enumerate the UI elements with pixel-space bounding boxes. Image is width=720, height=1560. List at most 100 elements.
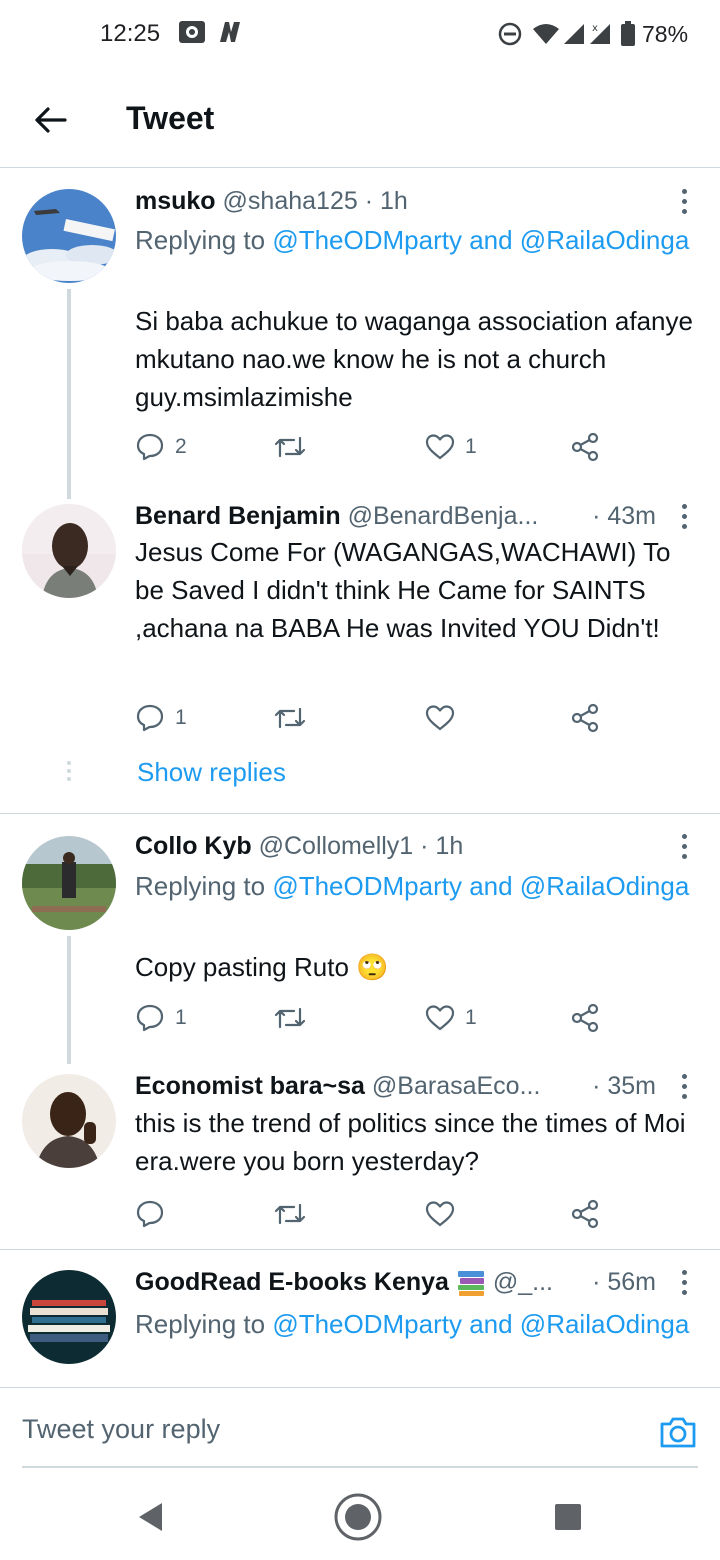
share-button[interactable] [570, 429, 600, 465]
comment-icon [136, 1200, 164, 1228]
like-button[interactable] [425, 700, 465, 736]
display-name: Benard Benjamin [135, 502, 341, 530]
more-options-button[interactable] [676, 186, 692, 216]
page-title: Tweet [126, 100, 215, 136]
show-replies-link[interactable]: Show replies [137, 757, 286, 788]
reply-count: 1 [175, 1006, 187, 1029]
like-count: 1 [465, 1006, 477, 1029]
signal-icon [562, 22, 588, 51]
nav-recents-button[interactable] [543, 1492, 593, 1542]
retweet-icon [274, 707, 306, 729]
retweet-icon [274, 436, 306, 458]
tweet-text: this is the trend of politics since the … [135, 1108, 686, 1176]
replying-to: Replying to @TheODMparty and @RailaOding… [135, 221, 695, 259]
more-options-button[interactable] [676, 1071, 692, 1101]
retweet-button[interactable] [273, 1196, 307, 1232]
reply-underline [22, 1466, 698, 1468]
tweet-collo-kyb[interactable]: Collo Kyb @Collomelly1 · 1h Replying to … [0, 814, 720, 1064]
battery-percentage: 78% [642, 21, 689, 47]
display-name: Collo Kyb [135, 832, 252, 860]
battery-icon [620, 20, 636, 53]
svg-text:x: x [592, 23, 598, 34]
status-bar: 12:25 x 78% [0, 0, 720, 70]
avatar-collo-kyb[interactable] [22, 836, 116, 930]
back-button[interactable] [26, 96, 74, 144]
share-button[interactable] [570, 1196, 600, 1232]
display-name: GoodRead E-books Kenya [135, 1268, 449, 1296]
app-header: Tweet [0, 70, 720, 168]
square-recents-icon [555, 1504, 581, 1530]
replying-to: Replying to @TheODMparty and @RailaOding… [135, 867, 695, 905]
reply-input[interactable]: Tweet your reply [22, 1414, 220, 1445]
reply-feed[interactable]: msuko @shaha125 · 1h Replying to @TheODM… [0, 169, 720, 1387]
replying-to: Replying to @TheODMparty and @RailaOding… [135, 1305, 695, 1343]
reply-composer: Tweet your reply [0, 1387, 720, 1468]
handle: @_... [492, 1268, 553, 1296]
nav-home-button[interactable] [333, 1492, 383, 1542]
like-button[interactable]: 1 [425, 429, 477, 465]
thread-line [67, 289, 71, 499]
tweet-author[interactable]: Collo Kyb @Collomelly1 · 1h [135, 829, 660, 863]
avatar-goodread-ebooks-kenya[interactable] [22, 1270, 116, 1364]
more-options-button[interactable] [676, 501, 692, 531]
tweet-goodread-ebooks-kenya[interactable]: GoodRead E-books Kenya @_... · 56m Reply… [0, 1250, 720, 1387]
system-nav-bar [0, 1470, 720, 1560]
books-emoji-icon [456, 1268, 486, 1298]
replying-to-links[interactable]: @TheODMparty and @RailaOdinga [272, 225, 689, 255]
tweet-benard-benjamin[interactable]: Benard Benjamin @BenardBenja... · 43m Je… [0, 499, 720, 812]
avatar-benard-benjamin[interactable] [22, 504, 116, 598]
tweet-author[interactable]: Economist bara~sa @BarasaEco... [135, 1069, 570, 1103]
display-name: Economist bara~sa [135, 1072, 365, 1100]
tweet-actions: 1 [135, 700, 615, 736]
reply-count: 1 [175, 706, 187, 729]
do-not-disturb-icon [498, 22, 522, 51]
retweet-button[interactable] [273, 700, 307, 736]
more-options-button[interactable] [676, 831, 692, 861]
camera-button[interactable] [658, 1412, 698, 1452]
reply-button[interactable]: 2 [135, 429, 187, 465]
thread-dots [66, 761, 72, 785]
like-count: 1 [465, 435, 477, 458]
replying-to-links[interactable]: @TheODMparty and @RailaOdinga [272, 1309, 689, 1339]
reply-count: 2 [175, 435, 187, 458]
triangle-back-icon [139, 1503, 162, 1531]
circle-home-icon [334, 1493, 382, 1541]
tweet-author[interactable]: GoodRead E-books Kenya @_... [135, 1265, 570, 1299]
handle-and-time: @shaha125 · 1h [222, 187, 408, 215]
reply-button[interactable]: 1 [135, 700, 187, 736]
reply-button[interactable] [135, 1196, 175, 1232]
nav-back-button[interactable] [126, 1492, 176, 1542]
heart-icon [425, 705, 455, 731]
tweet-author[interactable]: msuko @shaha125 · 1h [135, 184, 660, 218]
tweet-actions: 1 1 [135, 1000, 615, 1036]
avatar-msuko[interactable] [22, 189, 116, 283]
replying-prefix: Replying to [135, 871, 273, 901]
retweet-button[interactable] [273, 1000, 307, 1036]
avatar-economist-barasa[interactable] [22, 1074, 116, 1168]
status-time: 12:25 [100, 20, 161, 47]
share-button[interactable] [570, 1000, 600, 1036]
heart-icon [425, 434, 455, 460]
share-button[interactable] [570, 700, 600, 736]
thread-line [67, 936, 71, 1064]
retweet-button[interactable] [273, 429, 307, 465]
signal-no-data-icon: x [588, 20, 614, 51]
tweet-time: · 56m [588, 1265, 656, 1299]
like-button[interactable]: 1 [425, 1000, 477, 1036]
tweet-economist-barasa[interactable]: Economist bara~sa @BarasaEco... · 35m th… [0, 1064, 720, 1249]
tweet-actions [135, 1196, 615, 1232]
tweet-msuko[interactable]: msuko @shaha125 · 1h Replying to @TheODM… [0, 169, 720, 499]
replying-prefix: Replying to [135, 1309, 273, 1339]
heart-icon [425, 1201, 455, 1227]
screenshot-notification-icon [178, 20, 206, 49]
tweet-text: Copy pasting Ruto 🙄 [135, 952, 389, 982]
tweet-author[interactable]: Benard Benjamin @BenardBenja... [135, 499, 570, 533]
tweet-actions: 2 1 [135, 429, 615, 465]
comment-icon [136, 433, 164, 461]
replying-to-links[interactable]: @TheODMparty and @RailaOdinga [272, 871, 689, 901]
reply-button[interactable]: 1 [135, 1000, 187, 1036]
share-icon [571, 1199, 599, 1229]
display-name: msuko [135, 187, 216, 215]
like-button[interactable] [425, 1196, 465, 1232]
more-options-button[interactable] [676, 1267, 692, 1297]
